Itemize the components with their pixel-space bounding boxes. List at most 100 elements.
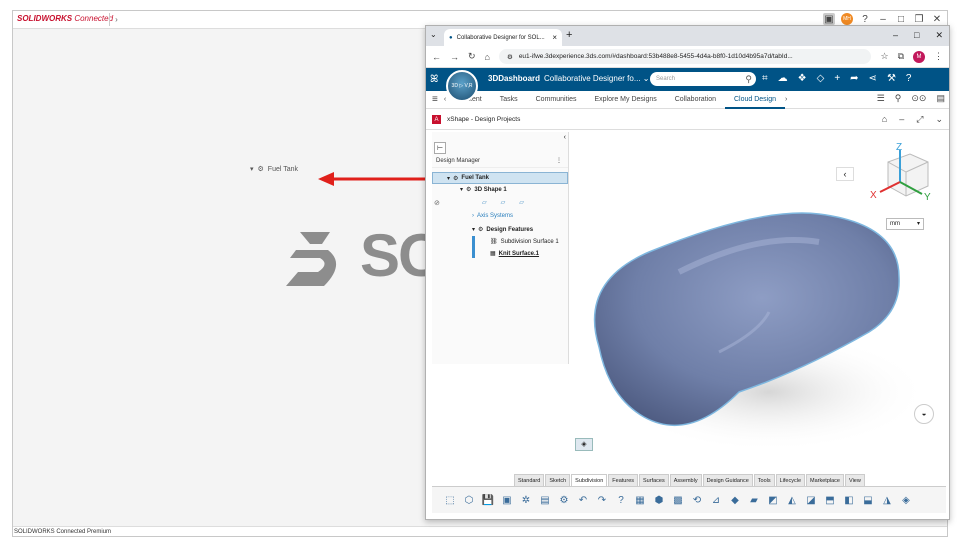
tab-explore-my-designs[interactable]: Explore My Designs [585,91,665,109]
collapse-panel-icon[interactable]: ‹ [564,134,566,141]
bookmark-icon[interactable]: ◇ [817,73,825,84]
chevron-down-icon[interactable]: ▾ [460,186,463,193]
tab-cloud-design[interactable]: Cloud Design [724,91,786,109]
history-marker[interactable] [472,236,475,258]
tab-search-icon[interactable]: ⌄ [430,30,437,39]
loft-icon[interactable]: ◩ [765,492,781,508]
properties-icon[interactable]: ▤ [537,492,553,508]
ds-brand-icon[interactable]: ꕤ [430,74,438,85]
share-icon[interactable]: ➦ [850,73,858,84]
minimize-icon[interactable]: – [877,13,889,25]
network-icon[interactable]: ⋖ [869,73,877,84]
tree-axis-systems[interactable]: › Axis Systems [472,213,513,219]
browser-tab[interactable]: ● Collaborative Designer for SOL... × [444,29,562,46]
tree-root[interactable]: ▾ ⚙ Fuel Tank [432,172,568,184]
minimize-icon[interactable]: – [899,114,904,125]
fullscreen-icon[interactable]: ⤢ [916,114,923,125]
units-select[interactable]: mm ▾ [886,218,924,230]
url-input[interactable]: ⚙ eu1-ifwe.3dexperience.3ds.com/#dashboa… [498,49,872,64]
hamburger-icon[interactable]: ≡ [426,94,444,105]
forward-icon[interactable]: → [450,52,459,62]
profile-avatar[interactable]: M [913,50,925,63]
vr-icon[interactable]: ⊙⊙ [911,93,926,104]
action-tab-tools[interactable]: Tools [753,474,775,486]
apps-icon[interactable]: ❖ [798,73,807,84]
cube-icon[interactable]: ⬡ [461,492,477,508]
action-tab-view[interactable]: View [845,474,865,486]
xy-plane-icon[interactable]: ▱ [482,199,487,206]
action-tab-design-guidance[interactable]: Design Guidance [702,474,753,486]
gear-icon[interactable]: ✲ [518,492,534,508]
home-icon[interactable]: ⌂ [485,52,490,62]
sweep-icon[interactable]: ◭ [784,492,800,508]
model-cube-button[interactable]: ◈ [575,438,593,451]
thicken-icon[interactable]: ⬓ [860,492,876,508]
yz-plane-icon[interactable]: ▱ [501,199,506,206]
site-settings-icon[interactable]: ⚙ [507,53,513,61]
tree-tab-icon[interactable]: ⊢ [434,142,446,154]
maximize-icon[interactable]: □ [914,30,919,41]
action-tab-lifecycle[interactable]: Lifecycle [775,474,806,486]
solidworks-menu-arrow[interactable]: › [109,13,123,26]
tab-tasks[interactable]: Tasks [491,91,527,109]
dashboard-title[interactable]: 3DDashboard Collaborative Designer fo... … [488,74,649,83]
cloud-icon[interactable]: ☁ [778,73,788,84]
action-tab-subdivision[interactable]: Subdivision [571,474,608,486]
close-tab-icon[interactable]: × [552,33,557,42]
compass-icon[interactable]: 3D ▷ V,R [446,70,478,102]
tab-collaboration[interactable]: Collaboration [666,91,725,109]
save-as-icon[interactable]: ▣ [499,492,515,508]
tab-communities[interactable]: Communities [527,91,586,109]
reload-icon[interactable]: ↻ [468,51,476,62]
fill-icon[interactable]: ◪ [803,492,819,508]
new-tab-button[interactable]: + [566,30,572,41]
table-icon[interactable]: ▦ [632,492,648,508]
close-icon[interactable]: ✕ [935,30,943,41]
collapse-icon[interactable]: ⌂ [882,114,887,125]
action-tab-assembly[interactable]: Assembly [669,474,702,486]
chevron-down-icon[interactable]: ▾ [472,226,475,233]
measure-icon[interactable]: ⊿ [708,492,724,508]
tree-knit-surface[interactable]: ▦ Knit Surface.1 [490,250,539,258]
search-icon[interactable]: ⚲ [895,93,902,104]
chevron-right-icon[interactable]: › [785,96,787,103]
chat-icon[interactable]: ▤ [936,93,945,104]
surface-icon[interactable]: ◆ [727,492,743,508]
save-icon[interactable]: 💾 [480,492,496,508]
minimize-icon[interactable]: – [893,30,898,41]
close-icon[interactable]: ✕ [931,13,943,25]
solidworks-logo[interactable]: SOLIDWORKS Connected [17,14,113,23]
back-icon[interactable]: ← [432,52,441,62]
action-tab-surfaces[interactable]: Surfaces [639,474,669,486]
action-tab-sketch[interactable]: Sketch [545,474,571,486]
action-tab-standard[interactable]: Standard [514,474,545,486]
search-icon[interactable]: ⚲ [745,72,752,86]
tile-icon[interactable]: ▣ [823,13,835,25]
tree-design-features[interactable]: ▾ ⚙ Design Features [472,226,533,234]
tag-icon[interactable]: ⌗ [762,73,768,84]
transform-icon[interactable]: ⟲ [689,492,705,508]
chevron-right-icon[interactable]: › [472,213,474,219]
chevron-down-icon[interactable]: ▾ [250,165,254,173]
grid-icon[interactable]: ▩ [670,492,686,508]
help-icon[interactable]: ? [859,13,871,25]
user-avatar-icon[interactable]: MH [841,13,853,25]
help-icon[interactable]: ? [906,73,912,84]
action-tab-marketplace[interactable]: Marketplace [806,474,844,486]
solidworks-tree-item[interactable]: ▾ ⚙ Fuel Tank [250,165,298,174]
action-tab-features[interactable]: Features [608,474,639,486]
view-cube-icon[interactable]: Z X Y [870,142,936,208]
knit-icon[interactable]: ◈ [898,492,914,508]
blend-icon[interactable]: ⬒ [822,492,838,508]
redo-icon[interactable]: ↷ [594,492,610,508]
back-button[interactable]: ‹ [836,167,854,181]
restore-icon[interactable]: ❐ [913,13,925,25]
undo-icon[interactable]: ↶ [575,492,591,508]
help-icon[interactable]: ? [613,492,629,508]
chevron-down-icon[interactable]: ▾ [447,175,450,182]
offset-icon[interactable]: ◧ [841,492,857,508]
search-input[interactable]: Search ⚲ [650,72,756,86]
tree-subdivision-surface[interactable]: ⛓ Subdivision Surface 1 [490,238,559,246]
chevron-down-icon[interactable]: ⌄ [935,114,943,125]
extrude-icon[interactable]: ▰ [746,492,762,508]
